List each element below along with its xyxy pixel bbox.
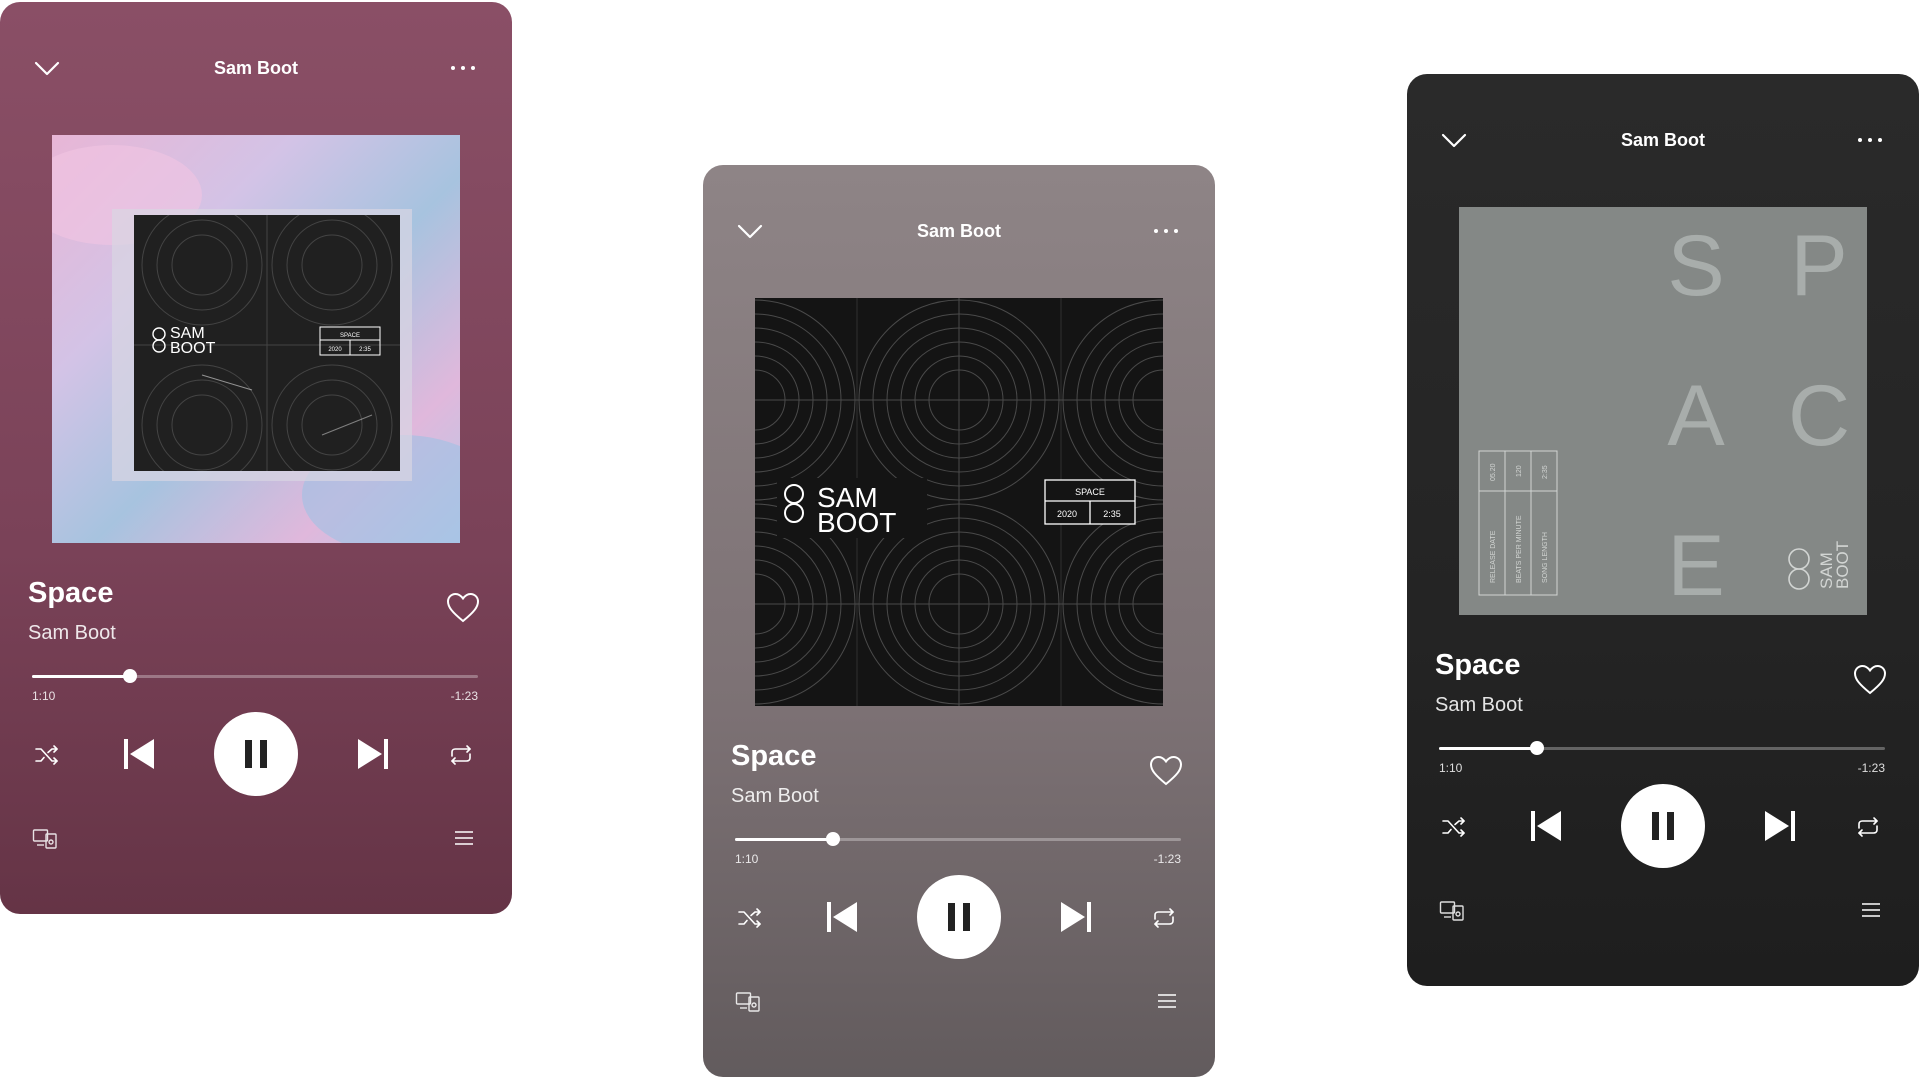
album-artwork: SAM BOOT SPACE 2020 2:35 xyxy=(52,135,460,543)
skip-next-icon[interactable] xyxy=(356,736,390,772)
skip-next-icon[interactable] xyxy=(1763,808,1797,844)
more-options-icon[interactable] xyxy=(1151,221,1181,241)
pause-icon xyxy=(948,903,970,931)
header-title: Sam Boot xyxy=(916,221,1001,241)
logo-line2: BOOT xyxy=(1833,541,1852,589)
album-artwork: SAM BOOT SPACE 2020 2:35 xyxy=(755,298,1163,706)
progress-handle[interactable] xyxy=(1530,741,1545,755)
track-title: Space xyxy=(28,577,114,609)
elapsed-time: 1:10 xyxy=(735,852,759,866)
queue-icon[interactable] xyxy=(1861,900,1881,920)
heart-icon[interactable] xyxy=(1853,664,1887,696)
elapsed-time: 1:10 xyxy=(32,689,56,703)
pause-icon xyxy=(1652,812,1674,840)
header-title: Sam Boot xyxy=(213,58,298,78)
queue-icon[interactable] xyxy=(454,828,474,848)
shuffle-icon[interactable] xyxy=(1441,814,1467,840)
box-year: 2020 xyxy=(1057,509,1077,519)
letter-e: E xyxy=(1667,518,1724,614)
player-header: Sam Boot xyxy=(0,50,512,90)
box-title: SPACE xyxy=(1075,487,1105,497)
progress-bar[interactable] xyxy=(735,832,1181,846)
spec-label-2: SONG LENGTH xyxy=(1542,532,1549,583)
remaining-time: -1:23 xyxy=(1153,852,1181,866)
more-options-icon[interactable] xyxy=(1855,130,1885,150)
progress-bar[interactable] xyxy=(32,669,478,683)
letter-c: C xyxy=(1788,368,1850,464)
skip-previous-icon[interactable] xyxy=(825,899,859,935)
artist-name[interactable]: Sam Boot xyxy=(1435,694,1523,717)
spec-value-0: 05.20 xyxy=(1490,463,1497,481)
pause-button[interactable] xyxy=(1621,784,1705,868)
cd-case-artwork: SAM BOOT SPACE 2020 2:35 xyxy=(52,135,460,543)
heart-icon[interactable] xyxy=(446,592,480,624)
player-card-dark: Sam Boot S P A C E 05.20 120 2:35 RELEAS… xyxy=(1407,74,1919,986)
repeat-icon[interactable] xyxy=(1151,905,1177,931)
pause-button[interactable] xyxy=(214,712,298,796)
skip-previous-icon[interactable] xyxy=(122,736,156,772)
spec-value-1: 120 xyxy=(1516,465,1523,477)
devices-icon[interactable] xyxy=(735,991,761,1013)
spec-label-1: BEATS PER MINUTE xyxy=(1516,515,1523,583)
letter-p: P xyxy=(1790,218,1847,314)
player-header: Sam Boot xyxy=(1407,122,1919,162)
spec-label-0: RELEASE DATE xyxy=(1490,530,1497,583)
pause-button[interactable] xyxy=(917,875,1001,959)
player-header: Sam Boot xyxy=(703,213,1215,253)
black-circles-artwork: SAM BOOT SPACE 2020 2:35 xyxy=(755,298,1163,706)
album-artwork: S P A C E 05.20 120 2:35 RELEASE DATE BE… xyxy=(1459,207,1867,615)
artist-name[interactable]: Sam Boot xyxy=(28,622,116,645)
progress-handle[interactable] xyxy=(826,832,841,846)
devices-icon[interactable] xyxy=(32,828,58,850)
skip-next-icon[interactable] xyxy=(1059,899,1093,935)
grey-space-artwork: S P A C E 05.20 120 2:35 RELEASE DATE BE… xyxy=(1459,207,1867,615)
remaining-time: -1:23 xyxy=(450,689,478,703)
progress-handle[interactable] xyxy=(123,669,138,683)
queue-icon[interactable] xyxy=(1157,991,1177,1011)
progress-fill xyxy=(32,675,131,678)
repeat-icon[interactable] xyxy=(1855,814,1881,840)
progress-bar[interactable] xyxy=(1439,741,1885,755)
shuffle-icon[interactable] xyxy=(737,905,763,931)
devices-icon[interactable] xyxy=(1439,900,1465,922)
remaining-time: -1:23 xyxy=(1857,761,1885,775)
player-card-taupe: Sam Boot SAM BOOT SPACE 2020 2:35 Space … xyxy=(703,165,1215,1077)
more-options-icon[interactable] xyxy=(448,58,478,78)
progress-fill xyxy=(735,838,834,841)
skip-previous-icon[interactable] xyxy=(1529,808,1563,844)
spec-value-2: 2:35 xyxy=(1542,465,1549,479)
track-title: Space xyxy=(1435,649,1521,681)
track-title: Space xyxy=(731,740,817,772)
logo-line2: BOOT xyxy=(817,507,896,538)
shuffle-icon[interactable] xyxy=(34,742,60,768)
pause-icon xyxy=(245,740,267,768)
repeat-icon[interactable] xyxy=(448,742,474,768)
letter-s: S xyxy=(1667,218,1724,314)
box-length: 2:35 xyxy=(1103,509,1121,519)
header-title: Sam Boot xyxy=(1620,130,1705,150)
letter-a: A xyxy=(1667,368,1725,464)
elapsed-time: 1:10 xyxy=(1439,761,1463,775)
artist-name[interactable]: Sam Boot xyxy=(731,785,819,808)
heart-icon[interactable] xyxy=(1149,755,1183,787)
player-card-plum: Sam Boot SAM BOOT SPACE 2020 2:35 Space … xyxy=(0,2,512,914)
progress-fill xyxy=(1439,747,1538,750)
